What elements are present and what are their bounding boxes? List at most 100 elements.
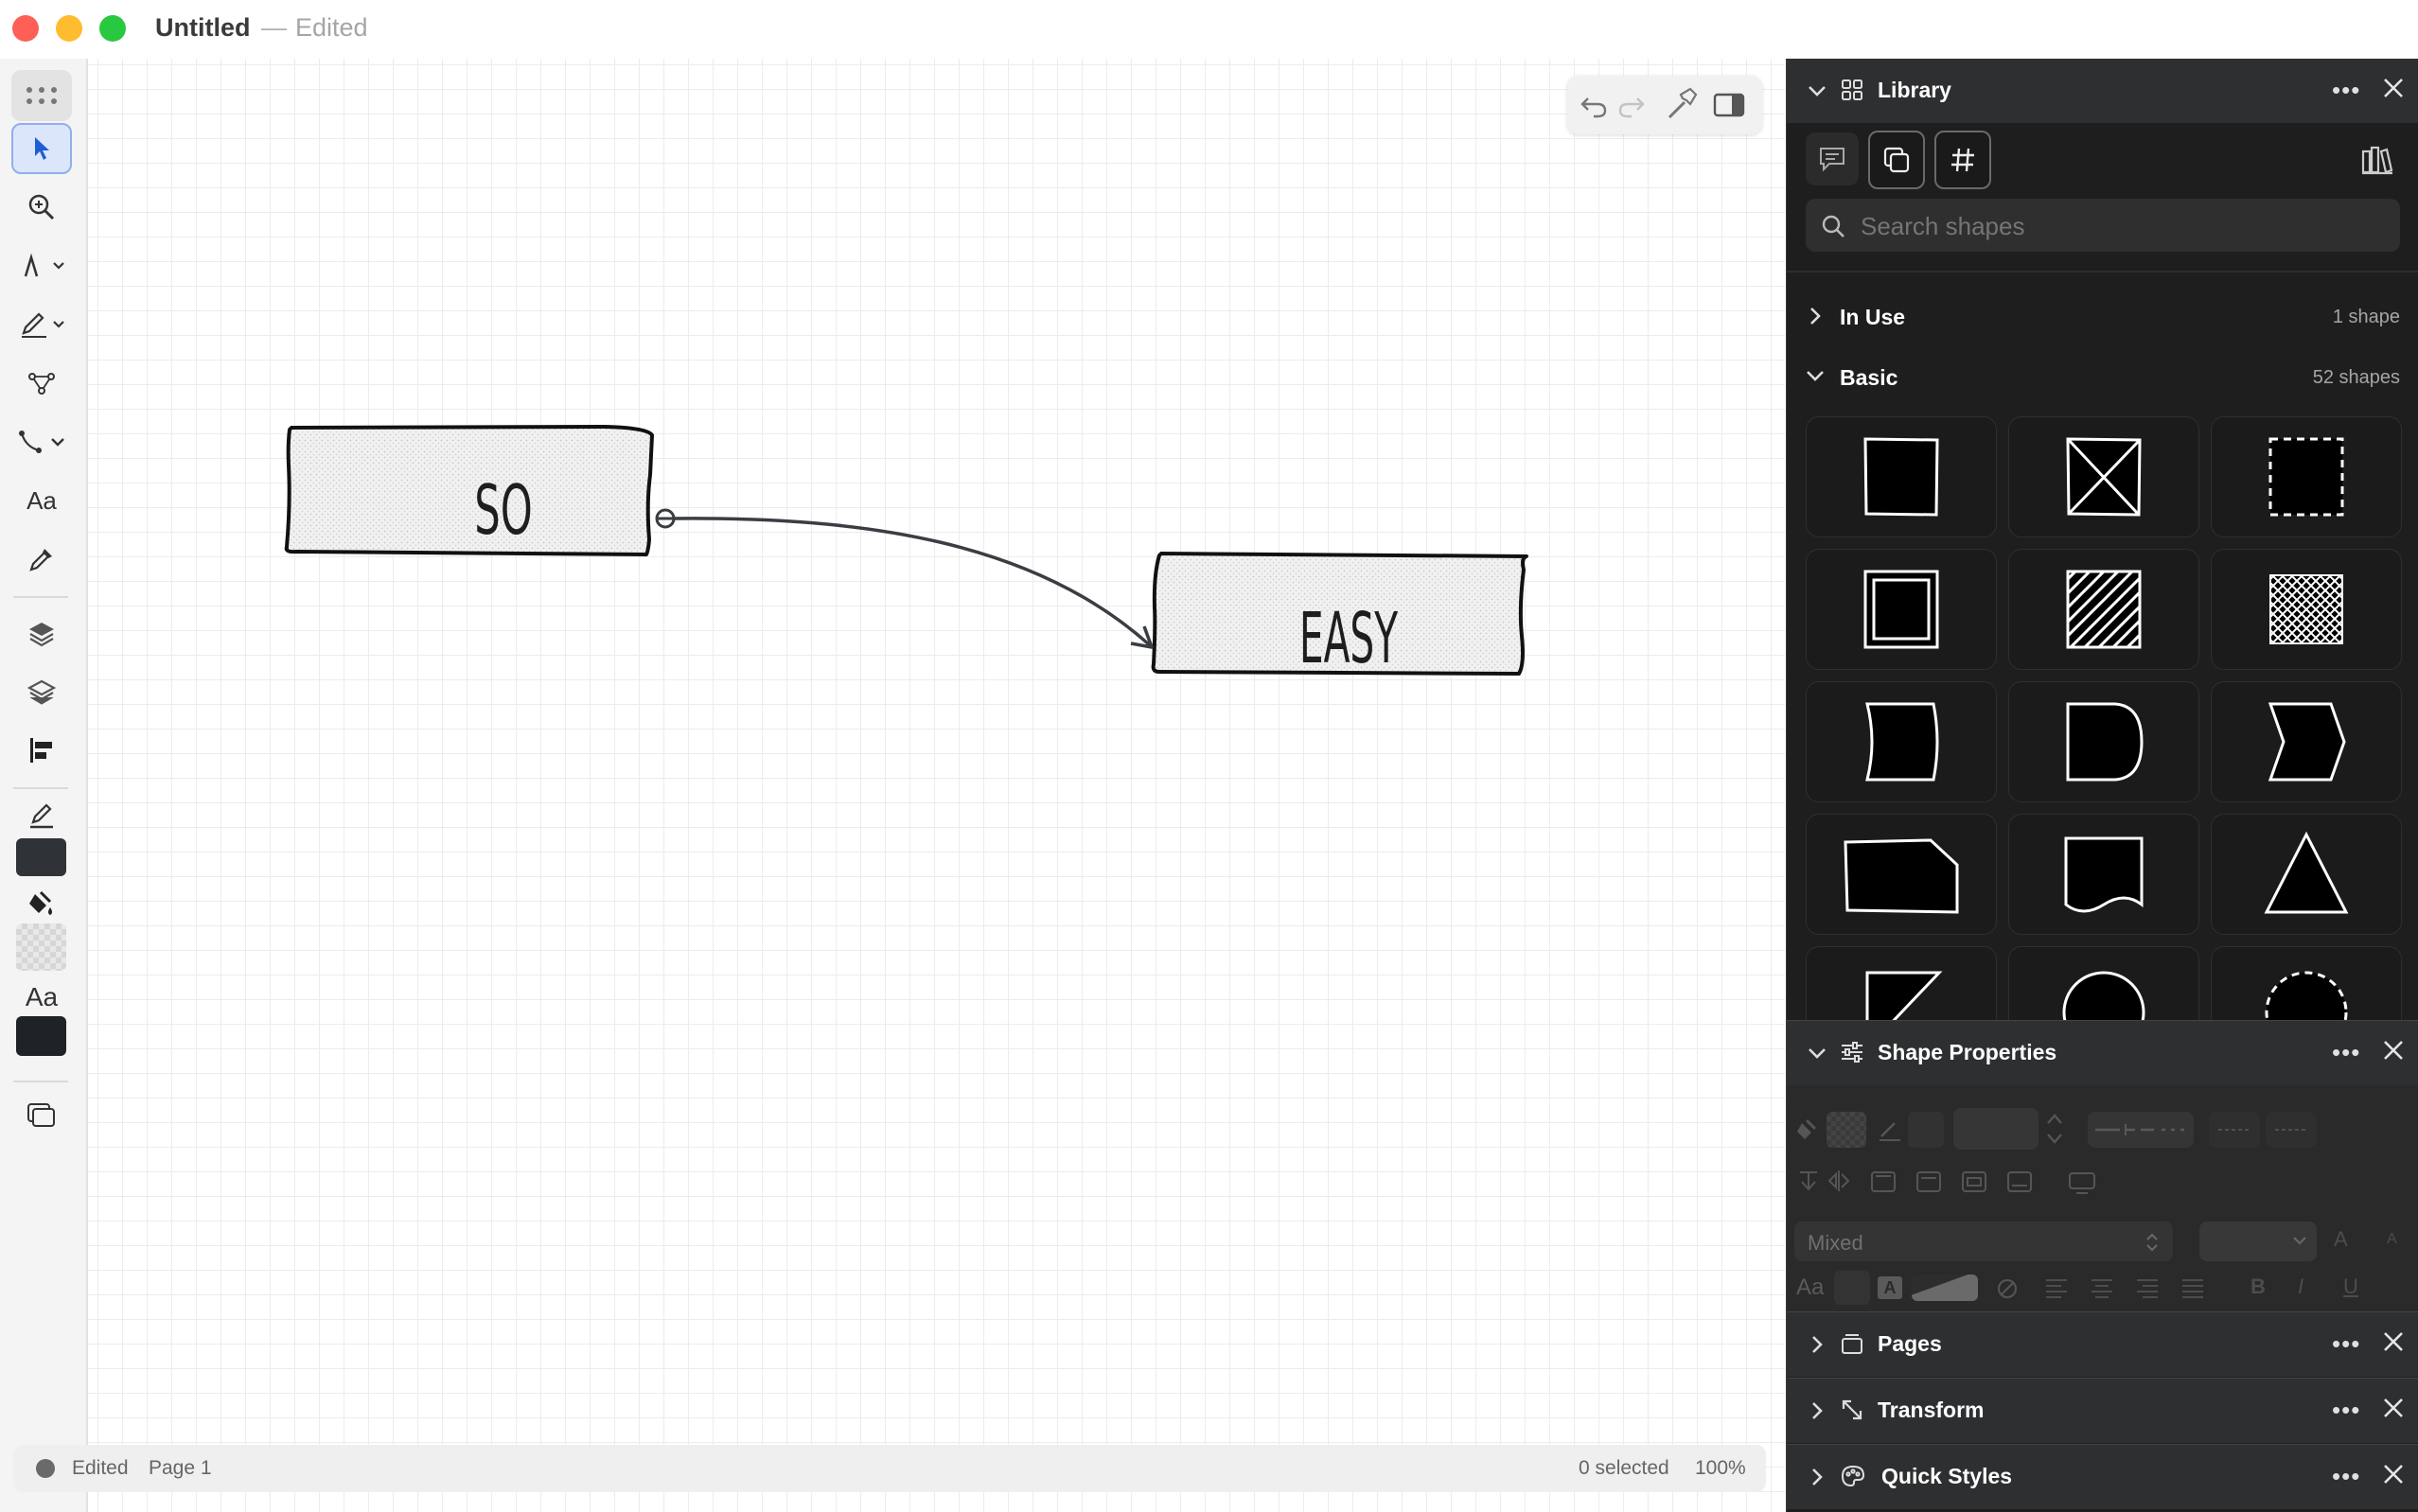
decrease-font-button[interactable]: A [2387, 1231, 2397, 1248]
library-more-icon[interactable]: ••• [2332, 76, 2360, 105]
status-zoom[interactable]: 100% [1695, 1457, 1746, 1480]
shape-tile-triangle[interactable] [2211, 814, 2402, 935]
quick-styles-more-icon[interactable]: ••• [2332, 1462, 2360, 1491]
library-search-field[interactable] [1806, 199, 2400, 252]
align-icon[interactable] [11, 725, 72, 776]
shape-tile-dashed-circle[interactable] [2211, 946, 2402, 1020]
pages-more-icon[interactable]: ••• [2332, 1329, 2360, 1359]
increase-font-button[interactable]: A [2334, 1227, 2348, 1252]
shape-properties-close-icon[interactable] [2381, 1038, 2406, 1063]
grid-library-tab[interactable] [1934, 131, 1991, 189]
sliders-icon [1842, 1042, 1862, 1063]
shape-properties-more-icon[interactable]: ••• [2332, 1038, 2360, 1067]
shape-tile-crossed-rectangle[interactable] [2008, 416, 2199, 537]
transform-more-icon[interactable]: ••• [2332, 1396, 2360, 1425]
bold-button[interactable]: B [2250, 1275, 2266, 1299]
comment-library-tab[interactable] [1806, 132, 1859, 185]
fill-color-swatch[interactable] [16, 923, 66, 971]
inspector-panel: Library ••• In Use 1 shape Basic 52 shap… [1786, 59, 2418, 1512]
transform-close-icon[interactable] [2381, 1396, 2406, 1420]
start-arrow-dropdown[interactable] [2209, 1112, 2260, 1148]
quick-styles-close-icon[interactable] [2381, 1462, 2406, 1486]
shape-tile-double-rectangle[interactable] [1806, 549, 1997, 670]
quick-styles-title: Quick Styles [1881, 1464, 2013, 1488]
pen-tool-icon[interactable] [11, 240, 72, 291]
library-header[interactable]: Library ••• [1787, 59, 2418, 123]
underline-button[interactable]: U [2343, 1275, 2358, 1299]
status-page[interactable]: Page 1 [149, 1457, 212, 1480]
stroke-width-field[interactable] [1953, 1108, 2039, 1150]
italic-button[interactable]: I [2298, 1275, 2303, 1299]
shape-tile-circle[interactable] [2008, 946, 2199, 1020]
connector-arrow[interactable] [655, 508, 1154, 649]
node-edit-icon[interactable] [11, 358, 72, 409]
no-style-icon[interactable] [1995, 1276, 2020, 1301]
transform-header[interactable]: Transform ••• [1787, 1378, 2418, 1443]
minimize-window-button[interactable] [56, 15, 82, 42]
search-input[interactable] [1859, 206, 2374, 246]
stepper-icon[interactable] [2044, 1108, 2065, 1150]
eyedropper-icon[interactable] [11, 534, 72, 585]
pencil-icon[interactable] [11, 299, 72, 350]
library-books-icon[interactable] [2360, 144, 2394, 176]
layers-icon[interactable] [11, 666, 72, 717]
zoom-icon[interactable] [11, 182, 72, 233]
shape-tile-snipped-corner[interactable] [1806, 814, 1997, 935]
fill-icon[interactable] [11, 884, 72, 922]
flip-icon[interactable] [1827, 1169, 1851, 1193]
chevron-down-icon[interactable] [1806, 1042, 1828, 1064]
sidebar-toggle-icon[interactable] [1711, 87, 1747, 123]
select-arrow-icon[interactable] [11, 123, 72, 174]
quick-styles-header[interactable]: Quick Styles ••• [1787, 1444, 2418, 1509]
toolbar-grip-icon[interactable] [11, 70, 72, 121]
chevron-right-icon[interactable] [1806, 1399, 1828, 1422]
shape-tile-right-triangle[interactable] [1806, 946, 1997, 1020]
zoom-window-button[interactable] [99, 15, 126, 42]
drawing-canvas[interactable]: SO EASY [88, 59, 1785, 1512]
shape-tile-crosshatched-rectangle[interactable] [2211, 549, 2402, 670]
pages-close-icon[interactable] [2381, 1329, 2406, 1354]
chevron-right-icon[interactable] [1806, 1466, 1828, 1488]
section-basic[interactable]: Basic 52 shapes [1787, 354, 2418, 401]
text-color-swatch[interactable] [16, 1016, 66, 1056]
shape-tile-document[interactable] [2008, 814, 2199, 935]
shape-tile-delay[interactable] [2008, 681, 2199, 802]
pages-header[interactable]: Pages ••• [1787, 1311, 2418, 1377]
font-size-dropdown[interactable] [2199, 1222, 2317, 1261]
shape-tile-rectangle[interactable] [1806, 416, 1997, 537]
font-family-dropdown[interactable]: Mixed [1794, 1222, 2173, 1261]
redo-icon[interactable] [1613, 87, 1649, 123]
document-title: Untitled [155, 13, 251, 42]
section-in-use[interactable]: In Use 1 shape [1787, 293, 2418, 341]
stroke-icon[interactable] [11, 797, 72, 835]
section-basic-count: 52 shapes [2312, 367, 2400, 388]
text-highlight-icon[interactable]: A [1878, 1276, 1902, 1299]
stroke-color-swatch[interactable] [16, 838, 66, 876]
tools-icon[interactable] [1662, 85, 1700, 123]
layers-up-icon[interactable] [11, 607, 72, 659]
library-close-icon[interactable] [2381, 76, 2406, 100]
text-color-swatch-disabled[interactable] [1834, 1271, 1870, 1305]
shapes-library-tab[interactable] [1868, 131, 1925, 189]
text-outside-icon[interactable] [2067, 1170, 2097, 1197]
text-tool-icon[interactable]: Aa [11, 475, 72, 526]
text-style-icon[interactable]: Aa [11, 976, 72, 1018]
connector-icon[interactable] [11, 416, 72, 467]
stroke-swatch-disabled[interactable] [1908, 1112, 1944, 1148]
shape-tile-hatched-rectangle[interactable] [2008, 549, 2199, 670]
close-window-button[interactable] [12, 15, 39, 42]
chevron-right-icon[interactable] [1806, 1333, 1828, 1356]
shape-tile-dashed-rectangle[interactable] [2211, 416, 2402, 537]
end-arrow-dropdown[interactable] [2266, 1112, 2317, 1148]
shape-tile-chevron[interactable] [2211, 681, 2402, 802]
dash-style-dropdown[interactable] [2088, 1112, 2194, 1148]
transform-icon [1842, 1399, 1862, 1420]
pages-icon [1842, 1334, 1862, 1354]
shape-properties-header[interactable]: Shape Properties ••• [1787, 1020, 2418, 1085]
shape-tile-storage[interactable] [1806, 681, 1997, 802]
pages-icon[interactable] [11, 1090, 72, 1141]
fill-swatch-disabled[interactable] [1827, 1112, 1866, 1148]
chevron-down-icon[interactable] [1806, 79, 1828, 102]
text-gradient-swatch[interactable] [1912, 1275, 1978, 1301]
undo-icon[interactable] [1577, 87, 1613, 123]
